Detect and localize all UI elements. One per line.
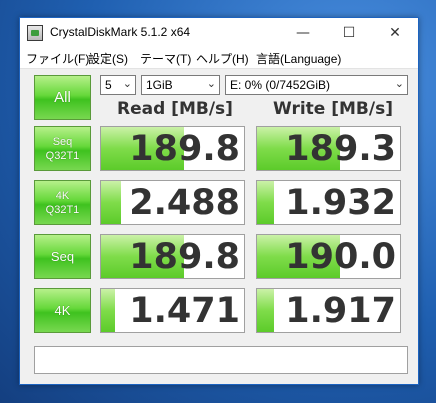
row-label-line1: 4K bbox=[55, 190, 70, 202]
row-label-line1: Seq bbox=[50, 249, 75, 264]
menu-bar: ファイル(F) 設定(S) テーマ(T) ヘルプ(H) 言語(Language) bbox=[20, 48, 418, 69]
result-value: 189.3 bbox=[285, 129, 396, 169]
menu-settings[interactable]: 設定(S) bbox=[88, 50, 128, 67]
read-column-header: Read [MB/s] bbox=[117, 99, 233, 119]
drive-value: E: 0% (0/7452GiB) bbox=[230, 78, 331, 92]
row-label-line2: Q32T1 bbox=[45, 150, 80, 162]
4k-q32t1-write-result: 1.932 bbox=[256, 180, 401, 225]
seq-write-result: 190.0 bbox=[256, 234, 401, 279]
seq-button[interactable]: Seq bbox=[34, 234, 91, 279]
result-level-bar bbox=[101, 289, 116, 332]
seq-read-result: 189.8 bbox=[100, 234, 245, 279]
row-label-line2: Q32T1 bbox=[45, 204, 80, 216]
menu-language[interactable]: 言語(Language) bbox=[256, 50, 341, 67]
4k-q32t1-button[interactable]: 4K Q32T1 bbox=[34, 180, 91, 225]
app-window: CrystalDiskMark 5.1.2 x64 — ☐ ✕ ファイル(F) … bbox=[19, 17, 419, 385]
chevron-down-icon: ⌄ bbox=[394, 78, 404, 90]
minimize-button[interactable]: — bbox=[280, 18, 326, 48]
seq-q32t1-button[interactable]: Seq Q32T1 bbox=[34, 126, 91, 171]
menu-theme[interactable]: テーマ(T) bbox=[140, 50, 191, 67]
result-value: 1.932 bbox=[285, 183, 396, 223]
close-button[interactable]: ✕ bbox=[372, 18, 418, 48]
result-value: 189.8 bbox=[129, 129, 240, 169]
run-all-button[interactable]: All bbox=[34, 75, 91, 120]
test-size-value: 1GiB bbox=[146, 78, 173, 92]
chevron-down-icon: ⌄ bbox=[122, 78, 132, 90]
drive-select[interactable]: E: 0% (0/7452GiB) ⌄ bbox=[225, 75, 408, 95]
result-value: 190.0 bbox=[285, 237, 396, 277]
test-count-select[interactable]: 5 ⌄ bbox=[100, 75, 136, 95]
row-label-line1: Seq bbox=[52, 136, 73, 148]
result-level-bar bbox=[101, 181, 122, 224]
menu-file[interactable]: ファイル(F) bbox=[26, 50, 89, 67]
menu-help[interactable]: ヘルプ(H) bbox=[196, 50, 249, 67]
write-column-header: Write [MB/s] bbox=[273, 99, 393, 119]
result-value: 1.471 bbox=[129, 291, 240, 331]
seq-q32t1-read-result: 189.8 bbox=[100, 126, 245, 171]
title-bar[interactable]: CrystalDiskMark 5.1.2 x64 — ☐ ✕ bbox=[20, 18, 418, 48]
row-label-line1: 4K bbox=[54, 303, 71, 318]
test-size-select[interactable]: 1GiB ⌄ bbox=[141, 75, 220, 95]
seq-q32t1-write-result: 189.3 bbox=[256, 126, 401, 171]
comment-field[interactable] bbox=[34, 346, 408, 374]
result-value: 2.488 bbox=[129, 183, 240, 223]
window-title: CrystalDiskMark 5.1.2 x64 bbox=[50, 25, 191, 39]
result-value: 1.917 bbox=[285, 291, 396, 331]
4k-q32t1-read-result: 2.488 bbox=[100, 180, 245, 225]
chevron-down-icon: ⌄ bbox=[206, 78, 216, 90]
app-icon bbox=[27, 25, 43, 41]
result-level-bar bbox=[257, 181, 275, 224]
maximize-button[interactable]: ☐ bbox=[326, 18, 372, 48]
4k-button[interactable]: 4K bbox=[34, 288, 91, 333]
result-level-bar bbox=[257, 289, 275, 332]
4k-write-result: 1.917 bbox=[256, 288, 401, 333]
4k-read-result: 1.471 bbox=[100, 288, 245, 333]
result-value: 189.8 bbox=[129, 237, 240, 277]
test-count-value: 5 bbox=[105, 78, 112, 92]
